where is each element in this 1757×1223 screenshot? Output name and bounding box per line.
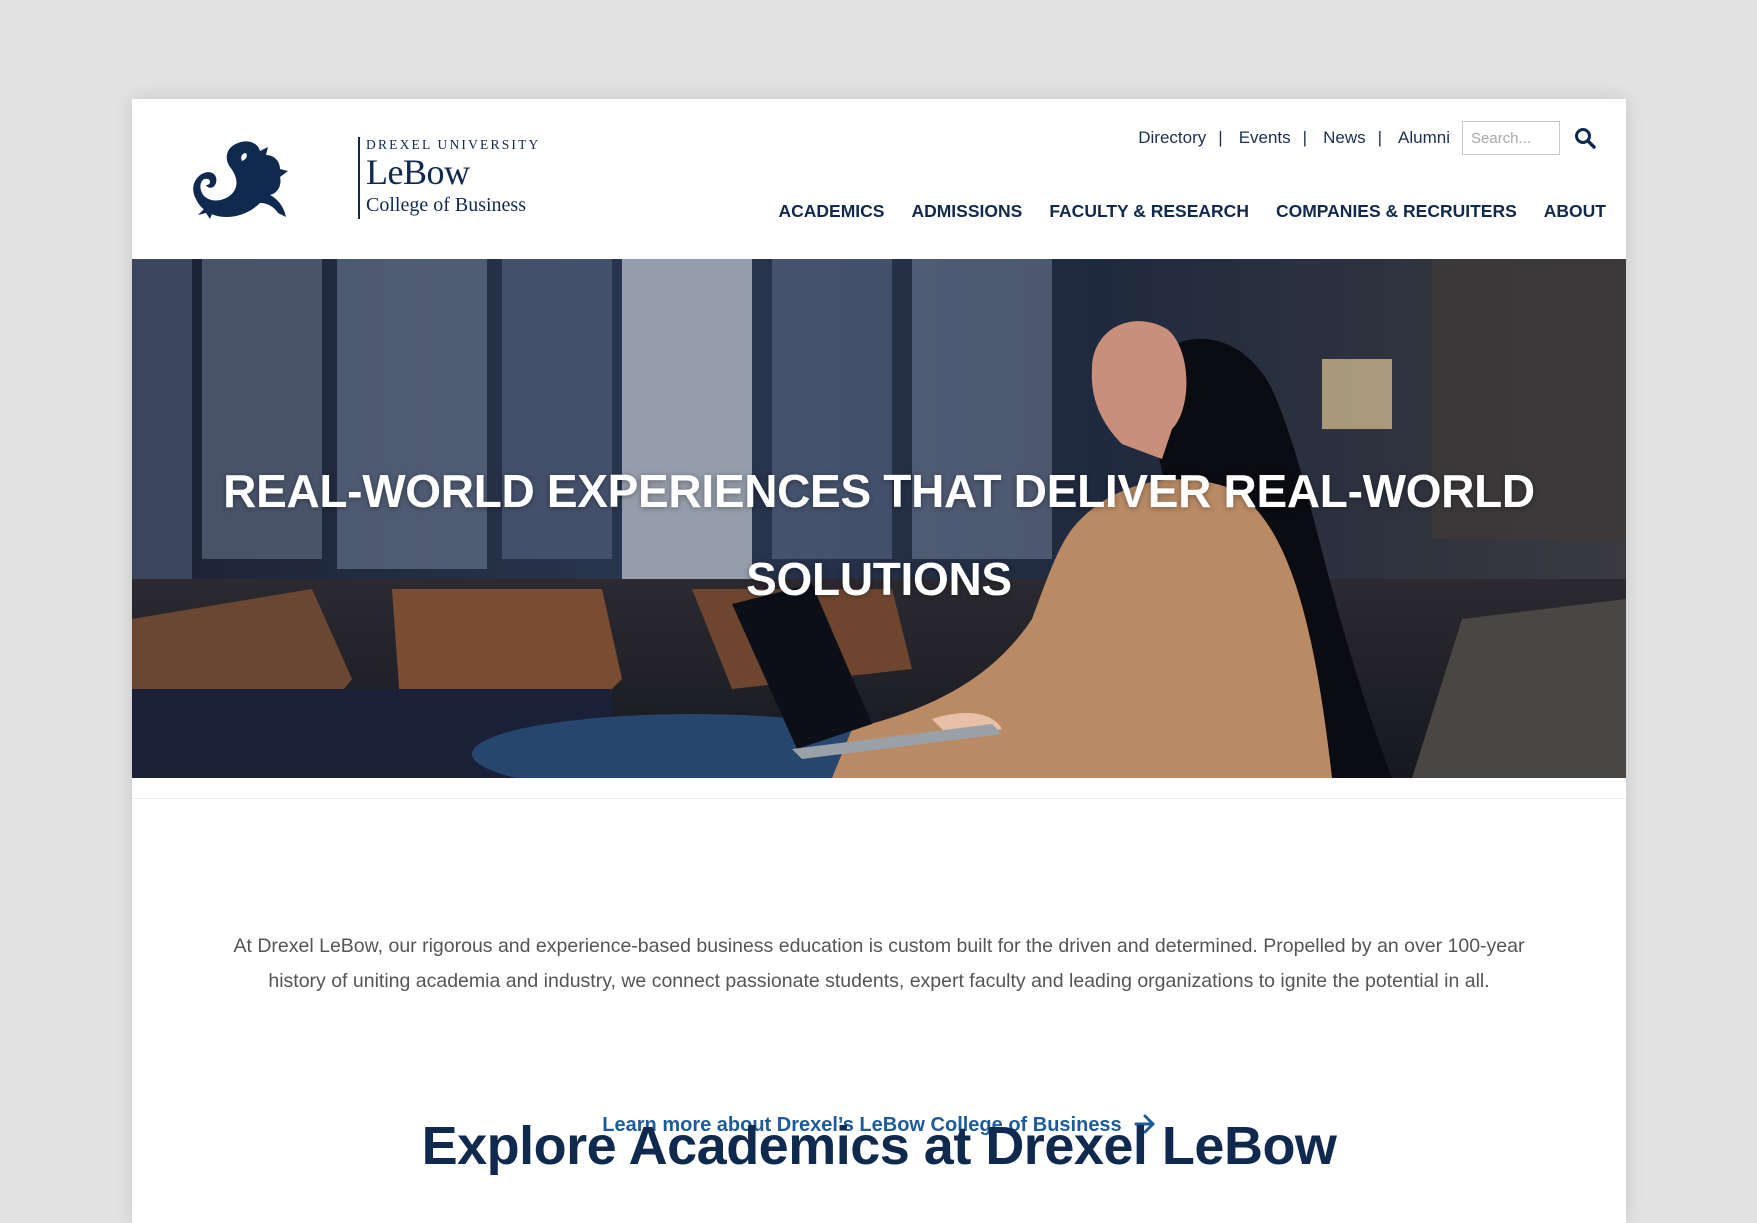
utility-link-directory[interactable]: Directory: [1138, 128, 1206, 148]
hero-title: REAL-WORLD EXPERIENCES THAT DELIVER REAL…: [132, 447, 1626, 623]
browser-page: DREXEL UNIVERSITY LeBow College of Busin…: [132, 99, 1626, 1223]
logo-name: LeBow: [366, 152, 470, 192]
nav-item-admissions[interactable]: ADMISSIONS: [911, 201, 1022, 222]
search-input[interactable]: [1462, 121, 1560, 155]
separator: |: [1302, 128, 1308, 147]
intro-paragraph: At Drexel LeBow, our rigorous and experi…: [233, 935, 1525, 992]
separator: |: [1218, 128, 1223, 147]
section-heading: Explore Academics at Drexel LeBow: [421, 1116, 1337, 1176]
logo-divider: [358, 137, 360, 219]
lebow-logo[interactable]: DREXEL UNIVERSITY LeBow College of Busin…: [188, 137, 538, 227]
search-icon[interactable]: [1572, 125, 1598, 151]
utility-link-news[interactable]: News: [1323, 128, 1366, 148]
nav-item-faculty-research[interactable]: FACULTY & RESEARCH: [1049, 201, 1249, 222]
logo-college: College of Business: [366, 194, 526, 216]
section-divider: [132, 798, 1626, 799]
nav-item-companies-recruiters[interactable]: COMPANIES & RECRUITERS: [1276, 201, 1517, 222]
utility-nav: Directory | Events | News | Alumni: [1138, 119, 1598, 157]
utility-link-alumni[interactable]: Alumni: [1398, 128, 1450, 148]
site-header: DREXEL UNIVERSITY LeBow College of Busin…: [132, 99, 1626, 259]
separator: |: [1377, 128, 1383, 147]
main-nav: ACADEMICS ADMISSIONS FACULTY & RESEARCH …: [751, 201, 1606, 222]
hero-title-line-1: REAL-WORLD EXPERIENCES THAT DELIVER REAL…: [223, 465, 1535, 517]
utility-link-events[interactable]: Events: [1239, 128, 1291, 148]
nav-item-academics[interactable]: ACADEMICS: [778, 201, 884, 222]
nav-item-about[interactable]: ABOUT: [1544, 201, 1606, 222]
dragon-icon: [193, 141, 288, 219]
hero-banner: REAL-WORLD EXPERIENCES THAT DELIVER REAL…: [132, 259, 1626, 778]
hero-title-line-2: SOLUTIONS: [746, 553, 1012, 605]
